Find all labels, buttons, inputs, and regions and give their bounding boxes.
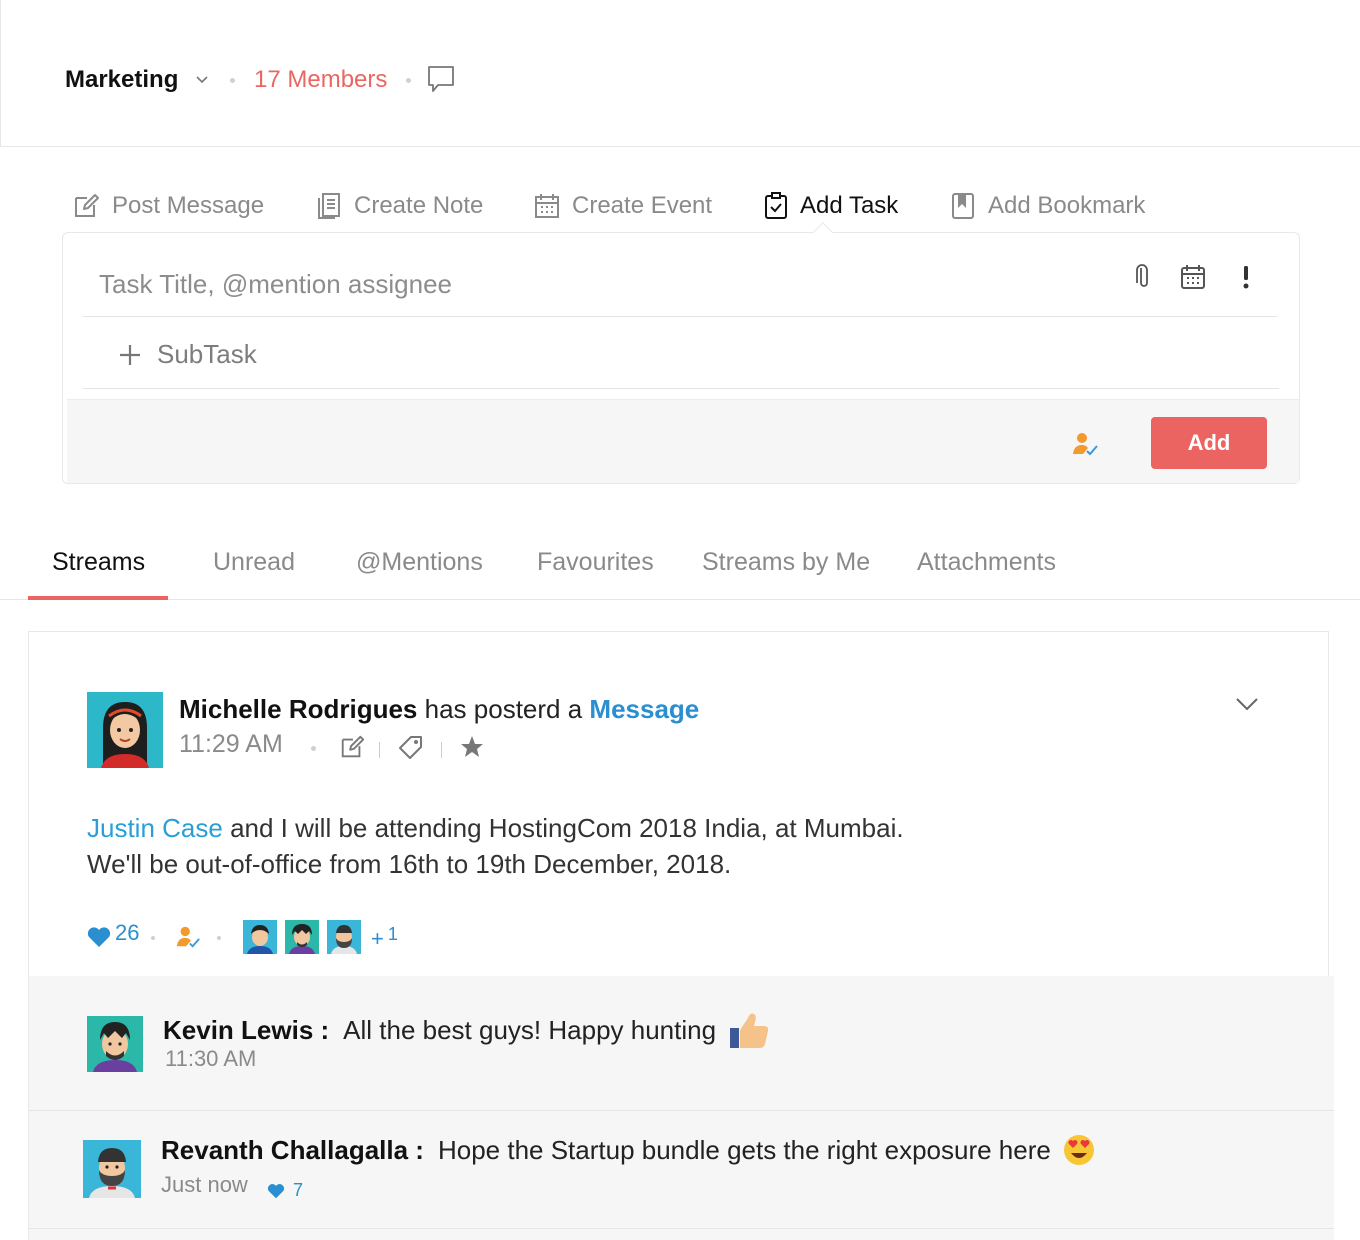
- task-title-input[interactable]: [99, 269, 999, 300]
- comment-text: Hope the Startup bundle gets the right e…: [437, 1134, 1051, 1165]
- viewer-avatar[interactable]: [243, 920, 277, 954]
- divider: [83, 316, 1277, 317]
- task-clipboard-icon: [765, 192, 787, 219]
- bookmark-icon: [952, 193, 974, 219]
- post-type-link[interactable]: Message: [589, 694, 699, 724]
- post-time: 11:29 AM: [179, 730, 283, 758]
- edit-icon[interactable]: [339, 734, 365, 760]
- tab-streams-by-me[interactable]: Streams by Me: [702, 548, 870, 577]
- comment-like-count: 7: [293, 1180, 304, 1200]
- tab-label: Post Message: [112, 192, 265, 219]
- divider: [379, 742, 380, 758]
- comment-text: All the best guys! Happy hunting: [343, 1014, 717, 1045]
- avatar[interactable]: [83, 1140, 141, 1198]
- man-avatar-icon: [93, 1022, 137, 1072]
- man-avatar-icon: [289, 924, 315, 954]
- subtask-label: SubTask: [157, 339, 257, 369]
- post-text: and I will be attending HostingCom 2018 …: [230, 813, 904, 843]
- tab-favourites[interactable]: Favourites: [537, 548, 654, 577]
- separator-dot: [217, 936, 221, 940]
- calendar-icon: [535, 194, 559, 218]
- chevron-down-icon[interactable]: [1235, 696, 1259, 712]
- comment-time: Just now: [161, 1172, 248, 1197]
- man-avatar-icon: [89, 1148, 135, 1198]
- heart-icon: [267, 1183, 285, 1198]
- assign-user-icon[interactable]: [175, 924, 201, 950]
- stream-tabs: Streams Unread @Mentions Favourites Stre…: [0, 530, 1360, 600]
- man-avatar-icon: [331, 925, 357, 954]
- heart-eyes-emoji-icon: [1063, 1135, 1094, 1165]
- post-header: Michelle Rodrigues has posterd a Message: [179, 694, 699, 725]
- comment-line: Kevin Lewis : All the best guys! Happy h…: [163, 1010, 770, 1050]
- tab-label: Add Task: [800, 192, 899, 219]
- tab-create-note[interactable]: Create Note: [316, 186, 483, 226]
- comment-line: Revanth Challagalla : Hope the Startup b…: [161, 1134, 1095, 1166]
- tab-label: Create Note: [354, 192, 484, 219]
- members-link[interactable]: 17 Members: [254, 66, 387, 94]
- comment-likes[interactable]: 7: [267, 1180, 303, 1201]
- post-body: Justin Case and I will be attending Host…: [87, 810, 904, 882]
- add-task-button[interactable]: Add: [1151, 417, 1267, 469]
- woman-avatar-icon: [101, 702, 149, 768]
- more-viewers-count: 1: [387, 924, 398, 944]
- note-icon: [318, 193, 340, 219]
- priority-icon[interactable]: [1233, 263, 1259, 291]
- assign-user-icon[interactable]: [1071, 430, 1099, 458]
- active-tab-indicator: [28, 596, 168, 600]
- tab-attachments[interactable]: Attachments: [917, 548, 1056, 577]
- tab-label: Create Event: [572, 192, 713, 219]
- channel-header: Marketing 17 Members: [0, 0, 1360, 147]
- plus-icon: [120, 344, 140, 365]
- post-body-line: Justin Case and I will be attending Host…: [87, 810, 904, 846]
- more-viewers[interactable]: +1: [371, 924, 398, 952]
- divider: [441, 742, 442, 758]
- avatar[interactable]: [87, 1016, 143, 1072]
- avatar[interactable]: [87, 692, 163, 768]
- comment-time: 11:30 AM: [165, 1046, 257, 1071]
- viewer-avatar[interactable]: [285, 920, 319, 954]
- tab-unread[interactable]: Unread: [213, 548, 295, 577]
- like-count[interactable]: 26: [115, 920, 139, 946]
- comment-author[interactable]: Revanth Challagalla :: [161, 1135, 424, 1166]
- divider: [29, 1228, 1334, 1229]
- tab-streams[interactable]: Streams: [52, 548, 145, 577]
- separator-dot: [151, 936, 155, 940]
- add-subtask[interactable]: SubTask: [119, 339, 257, 370]
- post-card: Michelle Rodrigues has posterd a Message…: [28, 631, 1334, 1240]
- post-author[interactable]: Michelle Rodrigues: [179, 694, 417, 724]
- star-icon[interactable]: [459, 734, 485, 760]
- chevron-down-icon[interactable]: [193, 70, 211, 88]
- task-compose-panel: SubTask Add: [62, 232, 1300, 484]
- edit-icon: [75, 194, 99, 217]
- separator-dot: [311, 746, 316, 751]
- separator-dot: [230, 78, 235, 83]
- tab-add-bookmark[interactable]: Add Bookmark: [950, 186, 1145, 226]
- tab-add-task[interactable]: Add Task: [764, 186, 898, 226]
- comment-author[interactable]: Kevin Lewis :: [163, 1015, 329, 1046]
- divider: [83, 388, 1279, 389]
- tab-mentions[interactable]: @Mentions: [356, 548, 483, 577]
- compose-footer: Add: [67, 399, 1299, 483]
- chat-bubble-icon[interactable]: [426, 64, 456, 94]
- post-action: has posterd a: [424, 694, 583, 724]
- man-avatar-icon: [247, 925, 273, 954]
- post-body-line: We'll be out-of-office from 16th to 19th…: [87, 849, 732, 879]
- comments-section: Kevin Lewis : All the best guys! Happy h…: [29, 976, 1334, 1240]
- thumbs-up-emoji-icon: [730, 1013, 769, 1048]
- tab-post-message[interactable]: Post Message: [72, 186, 264, 226]
- divider: [29, 1110, 1334, 1111]
- due-date-calendar-icon[interactable]: [1180, 263, 1206, 291]
- heart-icon[interactable]: [87, 926, 111, 948]
- viewer-avatar[interactable]: [327, 920, 361, 954]
- attachment-icon[interactable]: [1129, 263, 1155, 291]
- separator-dot: [406, 78, 411, 83]
- mention-link[interactable]: Justin Case: [87, 813, 223, 843]
- tag-icon[interactable]: [397, 734, 425, 762]
- team-name[interactable]: Marketing: [65, 66, 178, 94]
- tab-create-event[interactable]: Create Event: [534, 186, 712, 226]
- tab-label: Add Bookmark: [988, 192, 1146, 219]
